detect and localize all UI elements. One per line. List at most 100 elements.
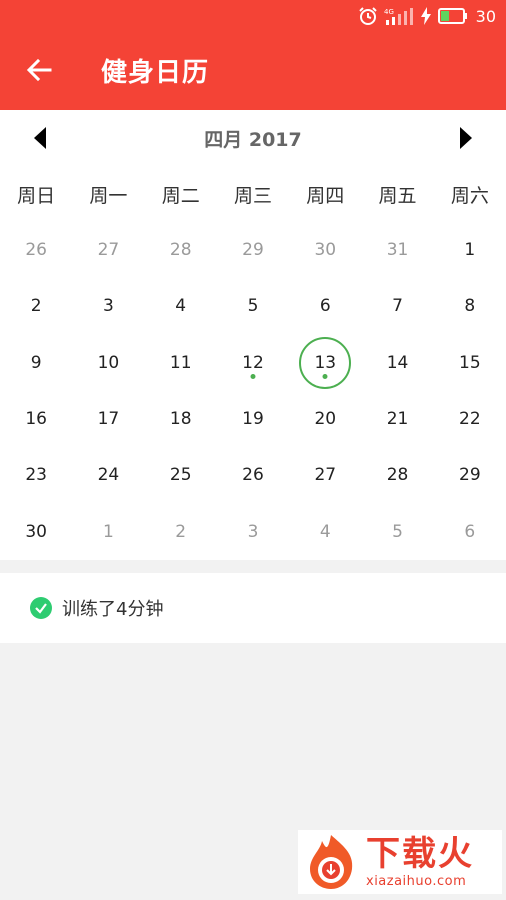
calendar-day[interactable]: 12	[217, 335, 289, 391]
calendar-day-number: 20	[314, 409, 337, 430]
back-button[interactable]	[13, 44, 65, 96]
check-circle-icon	[30, 597, 52, 619]
calendar-card: 四月 2017 周日 周一 周二 周三 周四 周五 周六 26 27 28 29 30 3…	[0, 110, 506, 560]
calendar-day[interactable]: 23	[0, 447, 72, 503]
calendar-day-number: 29	[459, 465, 481, 486]
calendar-day-number: 18	[169, 409, 192, 430]
calendar-day[interactable]: 3	[72, 278, 144, 334]
calendar-day[interactable]: 7	[361, 278, 433, 334]
status-bar: 4G 30	[0, 0, 506, 32]
calendar-day[interactable]: 2	[145, 503, 217, 559]
calendar-day-number: 3	[247, 521, 259, 542]
toolbar: 健身日历	[0, 40, 506, 100]
calendar-day-number: 28	[169, 240, 192, 261]
month-nav: 四月 2017	[0, 110, 506, 166]
calendar-day-number: 19	[242, 409, 264, 430]
calendar-day[interactable]: 22	[434, 391, 506, 447]
workout-record-text: 训练了4分钟	[62, 599, 164, 620]
calendar-day[interactable]: 19	[217, 391, 289, 447]
weekday-label: 周日	[17, 184, 56, 207]
calendar-day[interactable]: 31	[361, 222, 433, 278]
calendar-day-number: 4	[175, 296, 187, 317]
calendar-day-number: 1	[464, 240, 476, 261]
network-type-label: 4G	[384, 8, 394, 16]
calendar-day[interactable]: 24	[72, 447, 144, 503]
calendar-day-number: 17	[97, 409, 120, 430]
calendar-day[interactable]: 6	[434, 503, 506, 559]
calendar-day-number: 24	[97, 465, 120, 486]
calendar-day[interactable]: 5	[361, 503, 433, 559]
watermark-url: xiazaihuo.com	[366, 873, 467, 889]
calendar-day[interactable]: 26	[217, 447, 289, 503]
calendar-day-number: 12	[242, 352, 264, 373]
calendar-day[interactable]: 5	[217, 278, 289, 334]
calendar-day[interactable]: 9	[0, 335, 72, 391]
calendar-day[interactable]: 10	[72, 335, 144, 391]
weekday-label: 周三	[233, 184, 272, 207]
calendar-day-grid: 26 27 28 29 30 31 1 2 3 4 5 6 7 8 9 10 11 12 13 14 15 16 17 18 1…	[0, 222, 506, 560]
next-month-button[interactable]	[452, 124, 480, 152]
calendar-day-number: 28	[386, 465, 409, 486]
calendar-day-number: 16	[25, 409, 47, 430]
prev-month-button[interactable]	[26, 124, 54, 152]
calendar-day[interactable]: 11	[145, 335, 217, 391]
calendar-day-number: 9	[30, 352, 42, 373]
calendar-day-number: 2	[30, 296, 42, 317]
calendar-day[interactable]: 1	[434, 222, 506, 278]
calendar-day-number: 31	[386, 240, 409, 261]
calendar-day[interactable]: 8	[434, 278, 506, 334]
weekday-label: 周六	[450, 184, 489, 207]
arrow-back-icon	[26, 58, 52, 82]
page-title: 健身日历	[101, 57, 210, 88]
calendar-day-number: 2	[175, 521, 187, 542]
calendar-day[interactable]: 29	[217, 222, 289, 278]
calendar-day[interactable]: 14	[361, 335, 433, 391]
calendar-day-number: 1	[103, 521, 114, 542]
calendar-day[interactable]: 30	[0, 503, 72, 559]
signal-icon: 4G	[384, 6, 414, 26]
workout-record[interactable]: 训练了4分钟	[0, 573, 506, 643]
calendar-day[interactable]: 20	[289, 391, 361, 447]
calendar-day[interactable]: 27	[289, 447, 361, 503]
calendar-day[interactable]: 15	[434, 335, 506, 391]
calendar-day[interactable]: 26	[0, 222, 72, 278]
calendar-day-number: 3	[103, 296, 114, 317]
weekday-label: 周五	[378, 184, 417, 207]
calendar-day[interactable]: 25	[145, 447, 217, 503]
calendar-day[interactable]: 30	[289, 222, 361, 278]
calendar-day[interactable]: 2	[0, 278, 72, 334]
weekday-label: 周二	[161, 184, 200, 207]
calendar-day-number: 27	[97, 240, 120, 261]
workout-marker-dot	[322, 374, 328, 379]
calendar-day[interactable]: 21	[361, 391, 433, 447]
watermark-title: 下载火	[366, 833, 474, 874]
calendar-day[interactable]: 4	[145, 278, 217, 334]
battery-icon	[437, 8, 468, 24]
app-bar: 4G 30 健身日历	[0, 0, 506, 110]
calendar-day[interactable]: 29	[434, 447, 506, 503]
calendar-day[interactable]: 6	[289, 278, 361, 334]
calendar-day[interactable]: 16	[0, 391, 72, 447]
calendar-day[interactable]: 4	[289, 503, 361, 559]
charging-icon	[420, 7, 432, 25]
calendar-day-number: 25	[169, 465, 192, 486]
calendar-day-number: 6	[464, 521, 476, 542]
calendar-day-number: 27	[314, 465, 337, 486]
calendar-day-number: 13	[314, 352, 337, 373]
calendar-day-number: 8	[464, 296, 476, 317]
calendar-day[interactable]: 18	[145, 391, 217, 447]
calendar-day[interactable]: 1	[72, 503, 144, 559]
calendar-day-number: 6	[319, 296, 331, 317]
calendar-day-number: 4	[319, 521, 331, 542]
calendar-day[interactable]: 3	[217, 503, 289, 559]
calendar-day-number: 23	[25, 465, 47, 486]
calendar-day[interactable]: 28	[361, 447, 433, 503]
calendar-day-selected[interactable]: 13	[289, 335, 361, 391]
calendar-day-number: 29	[242, 240, 264, 261]
calendar-day[interactable]: 17	[72, 391, 144, 447]
calendar-day[interactable]: 28	[145, 222, 217, 278]
watermark: 下载火 xiazaihuo.com	[298, 830, 502, 894]
calendar-day-number: 5	[392, 521, 403, 542]
calendar-day[interactable]: 27	[72, 222, 144, 278]
flame-logo-icon	[310, 835, 353, 889]
